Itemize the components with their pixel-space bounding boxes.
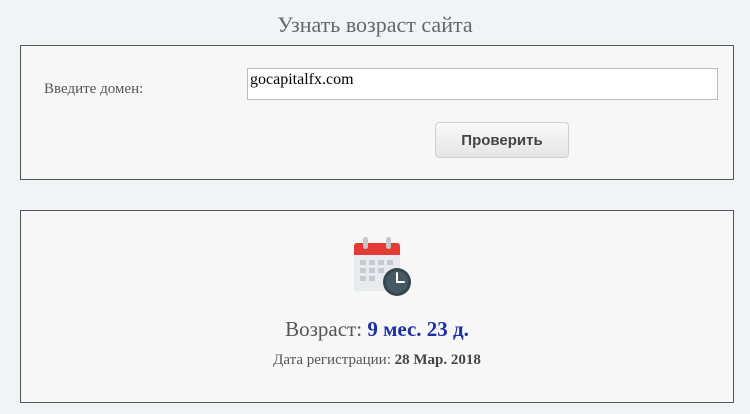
check-button[interactable]: Проверить: [435, 122, 569, 158]
domain-input[interactable]: [247, 68, 718, 100]
page-title: Узнать возраст сайта: [277, 12, 473, 37]
registration-line: Дата регистрации: 28 Мар. 2018: [21, 352, 733, 369]
domain-form-panel: Введите домен: Проверить: [20, 45, 734, 180]
age-label: Возраст:: [285, 317, 363, 341]
age-line: Возраст: 9 мес. 23 д.: [21, 317, 733, 342]
domain-label: Введите домен:: [44, 81, 144, 97]
age-value: 9 мес. 23 д.: [367, 317, 469, 341]
result-panel: Возраст: 9 мес. 23 д. Дата регистрации: …: [20, 210, 734, 403]
calendar-clock-icon: [354, 237, 411, 296]
registration-value: 28 Мар. 2018: [394, 352, 481, 368]
registration-label: Дата регистрации:: [273, 352, 391, 368]
